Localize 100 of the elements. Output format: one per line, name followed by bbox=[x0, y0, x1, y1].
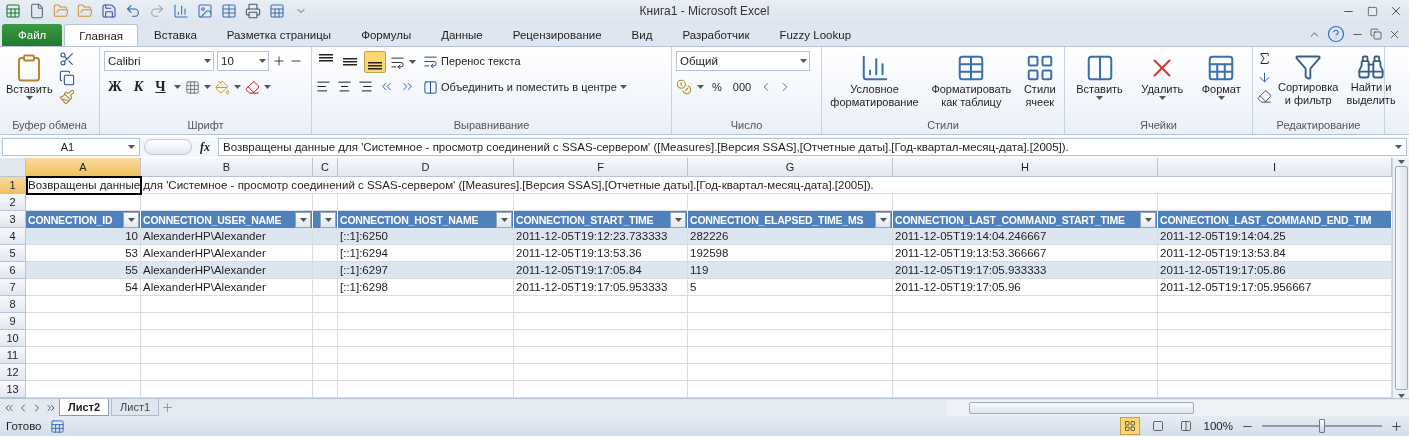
undo-icon[interactable] bbox=[125, 3, 141, 19]
row-header[interactable]: 3 bbox=[0, 211, 26, 228]
font-size-field[interactable]: 10 bbox=[217, 51, 269, 71]
ribbon-tab[interactable]: Fuzzy Lookup bbox=[765, 24, 866, 46]
open-folder-icon[interactable] bbox=[53, 3, 69, 19]
new-file-icon[interactable] bbox=[29, 3, 45, 19]
scroll-thumb[interactable] bbox=[1394, 166, 1408, 390]
scroll-thumb[interactable] bbox=[969, 401, 1194, 414]
filter-button[interactable] bbox=[875, 211, 891, 228]
row-header[interactable]: 11 bbox=[0, 347, 26, 364]
cells-button[interactable]: Вставить bbox=[1074, 51, 1125, 119]
ribbon-tab[interactable]: Рецензирование bbox=[498, 24, 616, 46]
insert-sheet-icon[interactable] bbox=[161, 401, 175, 414]
close-icon[interactable] bbox=[1389, 4, 1403, 18]
fill-color-icon[interactable] bbox=[214, 79, 230, 95]
row-header[interactable]: 2 bbox=[0, 194, 26, 211]
filter-button[interactable] bbox=[320, 211, 336, 228]
ribbon-tab[interactable]: Разработчик bbox=[668, 24, 764, 46]
row-header[interactable]: 10 bbox=[0, 330, 26, 347]
chart-icon[interactable] bbox=[173, 3, 189, 19]
vertical-scrollbar[interactable] bbox=[1392, 158, 1409, 398]
horizontal-scrollbar[interactable] bbox=[947, 399, 1409, 416]
font-name-field[interactable]: Calibri bbox=[104, 51, 214, 71]
file-menu-tab[interactable]: Файл bbox=[2, 24, 63, 46]
align-center-icon[interactable] bbox=[337, 79, 352, 94]
page-view-icon bbox=[1151, 420, 1164, 432]
zoom-in-icon[interactable] bbox=[1390, 419, 1403, 433]
folder-icon[interactable] bbox=[77, 3, 93, 19]
save-icon[interactable] bbox=[101, 3, 117, 19]
merge-center-button[interactable]: Объединить и поместить в центре bbox=[420, 77, 630, 97]
cut-icon[interactable] bbox=[58, 51, 75, 67]
borders-icon[interactable] bbox=[184, 79, 200, 95]
slider-thumb[interactable] bbox=[1319, 419, 1325, 433]
clear-icon[interactable] bbox=[1257, 89, 1272, 104]
binoculars-icon bbox=[1357, 53, 1385, 81]
table-icon[interactable] bbox=[221, 3, 237, 19]
underline-button[interactable]: Ч bbox=[151, 77, 170, 97]
paste-button[interactable]: Вставить bbox=[4, 51, 55, 119]
caret-icon bbox=[1397, 160, 1405, 164]
column-header[interactable]: H bbox=[893, 158, 1158, 177]
fill-down-icon[interactable] bbox=[1257, 70, 1272, 85]
filter-button[interactable] bbox=[123, 211, 139, 228]
styles-button[interactable]: Условное форматирование bbox=[828, 51, 921, 119]
sheet-icon[interactable] bbox=[269, 3, 285, 19]
cells-button[interactable]: Удалить bbox=[1139, 51, 1186, 119]
copy-icon[interactable] bbox=[58, 70, 75, 86]
styles-button[interactable]: Стили ячеек bbox=[1021, 51, 1058, 119]
column-header[interactable]: D bbox=[338, 158, 514, 177]
name-box[interactable]: A1 bbox=[2, 138, 140, 156]
row-header[interactable]: 5 bbox=[0, 245, 26, 262]
restore-icon[interactable] bbox=[1370, 28, 1382, 40]
view-button[interactable] bbox=[1119, 417, 1140, 435]
wrap-text-button[interactable]: Перенос текста bbox=[420, 51, 524, 71]
sheet-tab[interactable]: Лист2 bbox=[59, 399, 110, 416]
bold-button[interactable]: Ж bbox=[104, 77, 126, 97]
row-header[interactable]: 1 bbox=[0, 177, 26, 194]
column-header[interactable]: C bbox=[313, 158, 338, 177]
vertical-align-button[interactable] bbox=[364, 51, 386, 73]
formula-bar-handle[interactable] bbox=[144, 139, 192, 155]
format-painter-icon[interactable] bbox=[58, 89, 75, 105]
row-header[interactable]: 8 bbox=[0, 296, 26, 313]
sum-icon[interactable] bbox=[1257, 51, 1272, 66]
insert-function-label[interactable]: fx bbox=[196, 139, 214, 155]
align-right-icon[interactable] bbox=[358, 79, 373, 94]
help-icon[interactable] bbox=[1327, 25, 1345, 43]
percent-button[interactable]: % bbox=[709, 77, 725, 97]
align-left-icon[interactable] bbox=[316, 79, 331, 94]
ribbon-tab[interactable]: Формулы bbox=[347, 24, 426, 46]
sheet-tab[interactable]: Лист1 bbox=[111, 399, 160, 416]
thousands-button[interactable]: 000 bbox=[729, 77, 755, 97]
filter-button[interactable] bbox=[1140, 211, 1156, 228]
row-header[interactable]: 6 bbox=[0, 262, 26, 279]
column-header[interactable]: B bbox=[141, 158, 313, 177]
row-header[interactable]: 9 bbox=[0, 313, 26, 330]
editing-button[interactable]: Найти и выделить bbox=[1344, 51, 1398, 119]
row-header[interactable]: 12 bbox=[0, 364, 26, 381]
printer-icon[interactable] bbox=[245, 3, 261, 19]
ribbon-tab[interactable]: Вставка bbox=[140, 24, 211, 46]
filter-button[interactable] bbox=[295, 211, 311, 228]
filter-button[interactable] bbox=[670, 211, 686, 228]
row-header[interactable]: 4 bbox=[0, 228, 26, 245]
column-header[interactable]: I bbox=[1158, 158, 1392, 177]
maximize-icon[interactable] bbox=[1366, 5, 1378, 17]
ribbon-tab[interactable]: Разметка страницы bbox=[212, 24, 346, 46]
styles-button[interactable]: Форматировать как таблицу bbox=[929, 51, 1014, 119]
ribbon-tab[interactable]: Вид bbox=[617, 24, 667, 46]
column-header[interactable]: F bbox=[514, 158, 688, 177]
column-header[interactable]: G bbox=[688, 158, 893, 177]
ribbon-tab[interactable]: Данные bbox=[427, 24, 497, 46]
row-header[interactable]: 7 bbox=[0, 279, 26, 296]
formula-field[interactable]: Возвращены данные для 'Системное - просмотр соединений с SSAS-сервером' ([Measures].[Версия SSAS],[Отчетные даты].[Год-квартал-месяц-дата].[2005]). bbox=[218, 138, 1407, 156]
cells-button[interactable]: Формат bbox=[1199, 51, 1243, 119]
italic-button[interactable]: К bbox=[129, 77, 148, 97]
editing-button[interactable]: Сортировка и фильтр bbox=[1276, 51, 1341, 119]
ribbon-tab[interactable]: Главная bbox=[64, 24, 139, 46]
row-header[interactable]: 13 bbox=[0, 381, 26, 398]
currency-icon[interactable] bbox=[676, 79, 692, 95]
number-format-field[interactable]: Общий bbox=[676, 51, 810, 71]
picture-icon[interactable] bbox=[197, 3, 213, 19]
filter-button[interactable] bbox=[496, 211, 512, 228]
